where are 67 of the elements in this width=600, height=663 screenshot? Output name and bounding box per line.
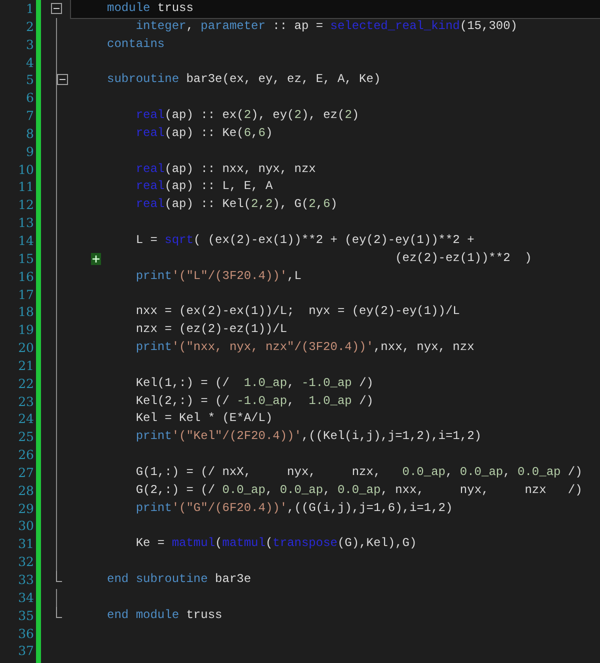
code-line: Kel(2,:) = (/ -1.0_ap, 1.0_ap /) [136, 394, 374, 408]
line-number: 11 [17, 178, 34, 196]
line-number: 20 [17, 339, 34, 357]
line-number: 14 [17, 232, 34, 250]
code-line: G(1,:) = (/ nxX, nyx, nzx, 0.0_ap, 0.0_ap, 0.0_ap /) [136, 464, 582, 479]
line-number: 8 [25, 124, 34, 143]
line-number: 31 [17, 535, 34, 554]
line-number: 13 [17, 214, 34, 232]
line-number: 12 [17, 196, 34, 214]
line-number: 2 [25, 18, 34, 36]
line-number: 27 [17, 464, 34, 482]
code-line: Kel = Kel * (E*A/L) [136, 411, 273, 426]
code-line: contains [107, 36, 165, 51]
line-number: 28 [17, 482, 34, 500]
line-number: 17 [17, 286, 34, 304]
line-number: 34 [17, 588, 34, 607]
line-number: 3 [25, 36, 34, 54]
fold-end-icon [56, 571, 62, 582]
code-line: print'("nxx, nyx, nzx"/(3F20.4))',nxx, nyx, nzx [136, 340, 474, 354]
line-number: 7 [25, 107, 34, 125]
line-number: 15 [17, 250, 34, 268]
code-line: (ez(2)-ez(1))**2 ) [395, 250, 532, 265]
code-line: real(ap) :: L, E, A [136, 179, 273, 194]
line-number: 25 [17, 428, 34, 446]
code-line: print'("G"/(6F20.4))',((G(i,j),j=1,6),i=1,2) [136, 500, 453, 515]
code-line: real(ap) :: ex(2), ey(2), ez(2) [136, 108, 360, 122]
code-line: print'("L"/(3F20.4))',L [136, 268, 302, 283]
code-line: integer, parameter :: ap = selected_real_kind(15,300) [136, 18, 518, 33]
line-number: 35 [17, 606, 34, 625]
code-line: Ke = matmul(matmul(transpose(G),Kel),G) [136, 536, 417, 550]
line-number: 36 [17, 624, 34, 642]
line-number: 26 [17, 446, 34, 464]
line-number: 37 [17, 642, 34, 660]
line-number: 19 [17, 321, 34, 340]
code-line: print'("Kel"/(2F20.4))',((Kel(i,j),j=1,2),i=1,2) [136, 429, 482, 444]
line-number: 10 [17, 160, 34, 178]
line-number: 5 [25, 71, 34, 90]
line-number: 32 [17, 553, 34, 571]
code-line: real(ap) :: Ke(6,6) [136, 126, 273, 140]
line-number: 9 [25, 142, 34, 161]
line-number: 30 [17, 517, 34, 536]
collapse-icon[interactable] [51, 3, 62, 14]
code-line: G(2,:) = (/ 0.0_ap, 0.0_ap, 0.0_ap, nxx, nyx, nzx /) [136, 482, 582, 497]
line-number: 6 [25, 89, 34, 108]
line-number: 23 [17, 392, 34, 410]
line-number: 33 [17, 571, 34, 589]
line-number: 18 [17, 303, 34, 322]
fold-end-icon [56, 606, 62, 618]
code-line: module truss [107, 1, 194, 15]
code-line: L = sqrt( (ex(2)-ex(1))**2 + (ey(2)-ey(1))**2 + [136, 232, 474, 247]
code-line: subroutine bar3e(ex, ey, ez, E, A, Ke) [107, 72, 381, 86]
code-line: nzx = (ez(2)-ez(1))/L [136, 322, 288, 336]
line-number: 29 [17, 500, 34, 518]
line-number: 22 [17, 374, 34, 393]
line-number: 24 [17, 410, 34, 428]
code-line: end subroutine bar3e [107, 572, 252, 586]
plus-icon[interactable] [91, 252, 101, 265]
line-number: 16 [17, 268, 34, 286]
code-line: end module truss [107, 608, 222, 622]
code-line: Kel(1,:) = (/ 1.0_ap, -1.0_ap /) [136, 376, 374, 390]
code-line: real(ap) :: Kel(2,2), G(2,6) [136, 197, 338, 212]
collapse-icon[interactable] [57, 74, 68, 86]
code-line: nxx = (ex(2)-ex(1))/L; nyx = (ey(2)-ey(1))/L [136, 304, 460, 318]
line-number: 21 [17, 356, 34, 375]
code-line: real(ap) :: nxx, nyx, nzx [136, 162, 316, 176]
line-number: 4 [25, 54, 34, 72]
line-number: 1 [25, 0, 34, 18]
